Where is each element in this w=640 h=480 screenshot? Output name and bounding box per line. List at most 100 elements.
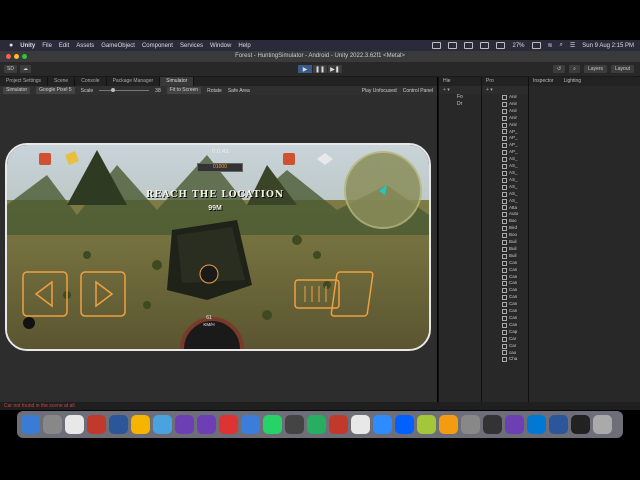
dock-app-launchpad-icon[interactable] xyxy=(43,415,62,434)
project-asset-item[interactable]: Car xyxy=(502,343,526,350)
dock-app-safari-icon[interactable] xyxy=(153,415,172,434)
project-asset-item[interactable]: Buil xyxy=(502,246,526,253)
project-asset-item[interactable]: Buil xyxy=(502,239,526,246)
apple-icon[interactable]: ● xyxy=(9,42,13,49)
project-asset-item[interactable]: Bird xyxy=(502,225,526,232)
dock-app-app-icon[interactable] xyxy=(87,415,106,434)
dock-app-outlook-icon[interactable] xyxy=(527,415,546,434)
settings-gear-icon[interactable] xyxy=(39,153,51,165)
hierarchy-add-button[interactable]: + ▾ xyxy=(439,86,481,94)
project-asset-item[interactable]: cao xyxy=(502,350,526,357)
control-panel-button[interactable]: Control Panel xyxy=(403,88,433,94)
dock-app-word-icon[interactable] xyxy=(109,415,128,434)
dock-app-git-icon[interactable] xyxy=(219,415,238,434)
dock-app-mail-icon[interactable] xyxy=(461,415,480,434)
project-asset-item[interactable]: Can xyxy=(502,274,526,281)
menu-edit[interactable]: Edit xyxy=(59,43,69,49)
pause-button[interactable]: ❚❚ xyxy=(313,65,327,73)
minimize-window-button[interactable] xyxy=(14,54,19,59)
project-asset-item[interactable]: Can xyxy=(502,260,526,267)
project-asset-item[interactable]: Anir xyxy=(502,94,526,101)
project-asset-item[interactable]: Can xyxy=(502,315,526,322)
scale-slider-handle[interactable] xyxy=(111,88,116,92)
project-asset-item[interactable]: AS_ xyxy=(502,177,526,184)
project-asset-item[interactable]: Boo xyxy=(502,232,526,239)
dock-app-photos-icon[interactable] xyxy=(439,415,458,434)
dock-app-finder-icon[interactable] xyxy=(21,415,40,434)
project-asset-item[interactable]: Can xyxy=(502,322,526,329)
search-icon[interactable]: ⌕ xyxy=(560,42,563,49)
project-asset-item[interactable]: Can xyxy=(502,287,526,294)
project-asset-item[interactable]: Atta xyxy=(502,205,526,212)
play-mode-dropdown[interactable]: Play Unfocused xyxy=(362,88,397,94)
menu-component[interactable]: Component xyxy=(142,43,173,49)
layers-dropdown[interactable]: Layers xyxy=(583,65,607,73)
tray-icon-4[interactable] xyxy=(496,42,506,49)
project-asset-item[interactable]: Can xyxy=(502,301,526,308)
dock-app-zoom-icon[interactable] xyxy=(373,415,392,434)
app-menu-unity[interactable]: Unity xyxy=(20,43,35,49)
tray-icon-2[interactable] xyxy=(464,42,474,49)
dock-app-visual-studio-icon[interactable] xyxy=(175,415,194,434)
project-asset-item[interactable]: Anir xyxy=(502,101,526,108)
menu-assets[interactable]: Assets xyxy=(76,43,94,49)
tab-inspector[interactable]: Inspector xyxy=(533,77,554,86)
tray-icon[interactable] xyxy=(448,42,458,49)
console-status-bar[interactable]: Car not found in the scene at all xyxy=(0,402,640,410)
history-icon[interactable]: ↺ xyxy=(552,65,566,73)
clock[interactable]: Sun 9 Aug 2:15 PM xyxy=(582,43,634,49)
camera-switch-icon[interactable] xyxy=(199,264,219,284)
project-asset-item[interactable]: Auto xyxy=(502,211,526,218)
project-asset-item[interactable]: AS_ xyxy=(502,163,526,170)
hierarchy-item[interactable]: Dr xyxy=(457,101,481,108)
project-asset-item[interactable]: Can xyxy=(502,308,526,315)
close-window-button[interactable] xyxy=(6,54,11,59)
dock-app-visual-studio-icon[interactable] xyxy=(197,415,216,434)
tray-icon-3[interactable] xyxy=(480,42,490,49)
wifi-icon[interactable]: ≋ xyxy=(548,42,553,49)
dock-app-activity-icon[interactable] xyxy=(285,415,304,434)
scale-slider[interactable] xyxy=(99,88,150,92)
tab-project-settings[interactable]: Project Settings xyxy=(0,77,49,86)
menu-help[interactable]: Help xyxy=(238,43,250,49)
tab-scene[interactable]: Scene xyxy=(48,77,76,86)
menu-window[interactable]: Window xyxy=(210,43,231,49)
menu-gameobject[interactable]: GameObject xyxy=(101,43,135,49)
dock-app-notes-icon[interactable] xyxy=(351,415,370,434)
search-icon[interactable]: ⌕ xyxy=(569,65,580,73)
project-add-button[interactable]: + ▾ xyxy=(482,86,528,94)
rotate-button[interactable]: Rotate xyxy=(207,88,222,94)
menu-file[interactable]: File xyxy=(42,43,52,49)
project-asset-item[interactable]: AS_ xyxy=(502,191,526,198)
mode-dropdown[interactable]: Simulator xyxy=(3,87,31,94)
dock-app-android-icon[interactable] xyxy=(417,415,436,434)
dock-app-visual-studio-icon[interactable] xyxy=(505,415,524,434)
project-asset-item[interactable]: Can xyxy=(502,294,526,301)
battery-icon[interactable] xyxy=(531,42,541,49)
dock-app-camtasia-icon[interactable] xyxy=(307,415,326,434)
scale-value[interactable]: 38 xyxy=(155,88,161,94)
project-asset-item[interactable]: AS_ xyxy=(502,170,526,177)
menu-services[interactable]: Services xyxy=(180,43,203,49)
project-asset-item[interactable]: Cap xyxy=(502,329,526,336)
project-asset-item[interactable]: AS_ xyxy=(502,198,526,205)
tab-simulator[interactable]: Simulator xyxy=(160,77,195,86)
dock-app-pinterest-icon[interactable] xyxy=(329,415,348,434)
game-view[interactable]: 0:0:41 xyxy=(7,145,429,349)
fit-to-screen-button[interactable]: Fit to Screen xyxy=(166,87,202,94)
project-asset-item[interactable]: Anir xyxy=(502,115,526,122)
project-asset-item[interactable]: Anir xyxy=(502,108,526,115)
project-asset-item[interactable]: Cha xyxy=(502,356,526,363)
play-button[interactable]: ▶ xyxy=(298,65,312,73)
project-asset-item[interactable]: Anir xyxy=(502,122,526,129)
screen-record-icon[interactable] xyxy=(432,42,442,49)
safe-area-toggle[interactable]: Safe Area xyxy=(228,88,250,94)
account-button[interactable]: SD xyxy=(4,65,17,73)
project-asset-item[interactable]: AS_ xyxy=(502,156,526,163)
cloud-icon[interactable]: ☁ xyxy=(19,65,31,73)
dock-app-whatsapp-icon[interactable] xyxy=(263,415,282,434)
dock-app-unity-icon[interactable] xyxy=(483,415,502,434)
project-asset-item[interactable]: AP_ xyxy=(502,129,526,136)
project-asset-item[interactable]: Buil xyxy=(502,253,526,260)
project-asset-item[interactable]: AP_ xyxy=(502,142,526,149)
